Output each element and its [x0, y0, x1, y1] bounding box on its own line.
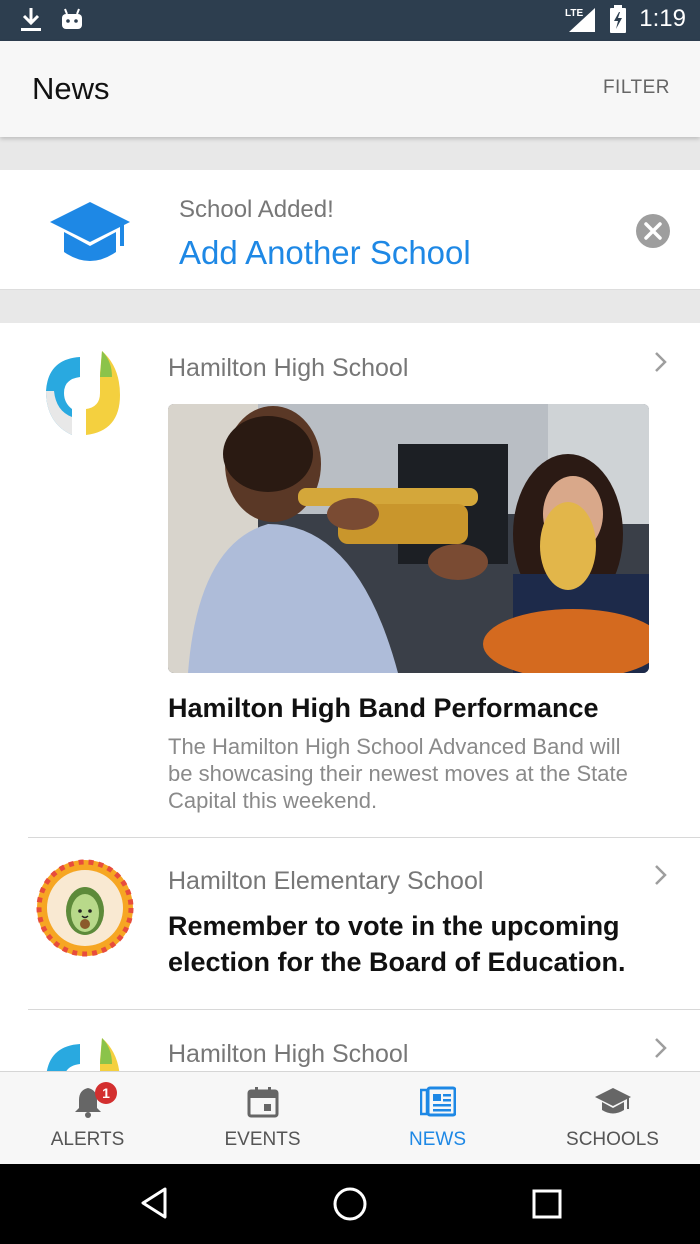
chevron-right-icon: [655, 865, 667, 885]
signal-icon: LTE: [565, 8, 596, 32]
home-icon[interactable]: [332, 1186, 368, 1222]
system-nav-bar: [0, 1164, 700, 1244]
newspaper-icon: [419, 1086, 456, 1117]
school-name: Hamilton High School: [168, 1040, 409, 1068]
nav-label: EVENTS: [224, 1129, 301, 1150]
download-icon: [21, 8, 41, 31]
chevron-right-icon: [655, 352, 667, 372]
status-bar: LTE 1:19: [0, 0, 700, 41]
news-headline: Remember to vote in the upcoming electio…: [168, 911, 626, 977]
nav-alerts[interactable]: 1 ALERTS: [0, 1072, 175, 1165]
news-feed: Hamilton High School Hamilton High Band …: [0, 323, 700, 1071]
news-item[interactable]: Hamilton Elementary School Remember to v…: [0, 838, 700, 1010]
nav-label: NEWS: [409, 1129, 466, 1150]
chevron-right-icon: [655, 1038, 667, 1058]
graduation-cap-icon: [594, 1088, 631, 1114]
add-another-school-link[interactable]: Add Another School: [179, 234, 471, 272]
back-icon[interactable]: [139, 1186, 169, 1220]
nav-news[interactable]: NEWS: [350, 1072, 525, 1165]
school-name: Hamilton High School: [168, 354, 409, 382]
school-logo-icon: [36, 859, 134, 957]
nav-schools[interactable]: SCHOOLS: [525, 1072, 700, 1165]
school-name: Hamilton Elementary School: [168, 867, 484, 895]
graduation-cap-icon: [50, 202, 130, 261]
status-time: 1:19: [639, 5, 686, 32]
android-icon: [62, 8, 82, 29]
calendar-icon: [247, 1087, 278, 1118]
battery-icon: [610, 5, 627, 33]
school-logo-icon: [46, 351, 120, 435]
news-item[interactable]: Hamilton High School: [0, 323, 700, 838]
news-item[interactable]: Hamilton High School: [0, 1010, 700, 1071]
recents-icon[interactable]: [532, 1189, 562, 1219]
svg-text:LTE: LTE: [565, 8, 583, 19]
school-added-banner: School Added! Add Another School: [0, 170, 700, 290]
school-logo-icon: [46, 1038, 120, 1071]
bottom-nav: 1 ALERTS EVENTS NEWS SCHOOLS: [0, 1071, 700, 1164]
page-title: News: [32, 71, 110, 106]
nav-label: SCHOOLS: [566, 1129, 659, 1150]
nav-label: ALERTS: [50, 1129, 125, 1150]
app-bar: News FILTER: [0, 41, 700, 137]
nav-events[interactable]: EVENTS: [175, 1072, 350, 1165]
banner-subtitle: School Added!: [179, 196, 334, 223]
news-description: The Hamilton High School Advanced Band w…: [168, 734, 628, 813]
news-photo: [168, 404, 649, 673]
close-icon[interactable]: [635, 213, 671, 249]
alerts-badge: 1: [95, 1082, 117, 1104]
news-headline: Hamilton High Band Performance: [168, 693, 599, 723]
filter-button[interactable]: FILTER: [603, 77, 670, 99]
